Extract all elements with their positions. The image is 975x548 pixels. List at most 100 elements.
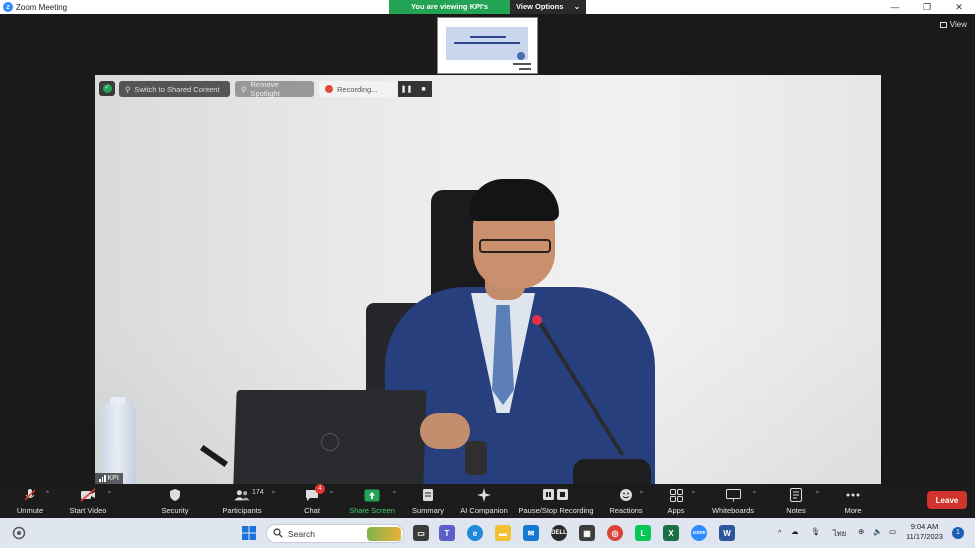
speaker-hand: [420, 413, 470, 449]
summary-button[interactable]: Summary: [410, 485, 446, 518]
switch-to-shared-content-button[interactable]: ⚲ Switch to Shared Content: [119, 81, 230, 97]
notification-badge[interactable]: 1: [952, 527, 964, 539]
apps-label: Apps: [667, 506, 685, 515]
share-arrow-icon: [364, 488, 380, 502]
remove-spotlight-button[interactable]: ⚲ Remove Spotlight: [235, 80, 314, 98]
pin-icon: ⚲: [125, 84, 131, 94]
dell-icon[interactable]: DELL: [551, 525, 567, 541]
more-button[interactable]: More: [841, 485, 865, 518]
zoom-window: z Zoom Meeting You are viewing KPI's scr…: [0, 0, 975, 548]
participants-count: 174: [252, 489, 264, 496]
participants-caret-icon[interactable]: ^: [272, 491, 275, 497]
reactions-button[interactable]: Reactions: [607, 485, 645, 518]
video-off-icon: [80, 488, 96, 502]
start-video-label: Start Video: [69, 506, 107, 515]
spotlight-video[interactable]: [95, 75, 881, 484]
whiteboards-caret-icon[interactable]: ^: [753, 491, 756, 497]
microphone-tip: [532, 315, 542, 325]
shield-check-icon: ✓: [102, 84, 112, 93]
line-icon[interactable]: L: [635, 525, 651, 541]
tray-overflow-icon[interactable]: ^: [778, 528, 782, 537]
apps-caret-icon[interactable]: ^: [692, 491, 695, 497]
system-clock[interactable]: 9:04 AM 11/17/2023: [906, 522, 943, 542]
pause-stop-recording-button[interactable]: Pause/Stop Recording: [517, 485, 595, 518]
thumbnail-line: [454, 42, 520, 44]
thumbnail-line: [470, 36, 506, 38]
taskbar-search[interactable]: Search: [266, 524, 404, 543]
speaker-glasses: [479, 239, 551, 253]
thumbnail-footer-line: [519, 68, 531, 70]
edge-icon[interactable]: e: [467, 525, 483, 541]
start-video-button[interactable]: Start Video: [66, 485, 110, 518]
minimize-button[interactable]: —: [879, 0, 911, 14]
share-screen-label: Share Screen: [349, 506, 395, 515]
recording-label: Recording...: [337, 84, 378, 94]
microphone-tray-icon[interactable]: 🎙: [811, 527, 821, 536]
clock-time: 9:04 AM: [910, 522, 939, 531]
teams-icon[interactable]: T: [439, 525, 455, 541]
excel-icon[interactable]: X: [663, 525, 679, 541]
more-dots-icon: [845, 488, 861, 502]
viewing-banner-text: You are viewing KPI's screen: [389, 0, 510, 25]
security-button[interactable]: Security: [157, 485, 193, 518]
windows-start-icon[interactable]: [241, 525, 257, 541]
notes-label: Notes: [786, 506, 806, 515]
battery-icon[interactable]: ▭: [889, 527, 896, 536]
signal-strength-icon: [99, 475, 106, 482]
more-label: More: [844, 506, 862, 515]
view-options-button[interactable]: View Options ⌄: [510, 0, 586, 14]
network-icon[interactable]: ⊕: [858, 527, 864, 536]
whiteboards-button[interactable]: Whiteboards: [709, 485, 757, 518]
windows-taskbar: Search ▭ T e ▬ ✉ DELL ▦ ◎ L X zoom W ^ ☁…: [0, 518, 975, 548]
ai-companion-button[interactable]: AI Companion: [458, 485, 510, 518]
file-explorer-icon[interactable]: ▬: [495, 525, 511, 541]
participant-name-tag: KPI: [95, 473, 123, 484]
audio-options-caret-icon[interactable]: ^: [46, 491, 49, 497]
clock-date: 11/17/2023: [906, 532, 943, 541]
grid-icon: [939, 21, 947, 28]
maximize-button[interactable]: ❐: [911, 0, 943, 14]
shared-screen-thumbnail[interactable]: [437, 17, 538, 74]
widgets-icon[interactable]: [11, 525, 27, 541]
chat-button[interactable]: 4 Chat: [300, 484, 325, 518]
close-button[interactable]: ✕: [943, 0, 975, 14]
video-options-caret-icon[interactable]: ^: [108, 491, 111, 497]
onedrive-icon[interactable]: ☁: [791, 527, 799, 536]
zoom-taskbar-icon[interactable]: zoom: [691, 525, 707, 541]
notes-caret-icon[interactable]: ^: [816, 491, 819, 497]
unmute-button[interactable]: Unmute: [13, 485, 47, 518]
search-icon: [273, 527, 283, 540]
remove-spotlight-label: Remove Spotlight: [250, 80, 280, 98]
task-view-icon[interactable]: ▭: [413, 525, 429, 541]
share-caret-icon[interactable]: ^: [393, 491, 396, 497]
language-indicator[interactable]: ไทย: [833, 528, 846, 540]
speaker-watch: [465, 441, 487, 475]
whiteboard-icon: [725, 488, 741, 502]
pause-recording-button[interactable]: ❚❚: [398, 81, 415, 97]
microphone-base: [573, 459, 651, 484]
encryption-button[interactable]: ✓: [99, 81, 115, 96]
people-icon: [234, 488, 250, 502]
apps-button[interactable]: Apps: [664, 485, 688, 518]
zoom-logo-icon: z: [3, 2, 13, 12]
view-button[interactable]: View: [939, 20, 967, 29]
chat-caret-icon[interactable]: ^: [330, 491, 333, 497]
stop-recording-button[interactable]: ■: [415, 81, 432, 97]
laptop-logo-icon: [321, 433, 339, 451]
volume-icon[interactable]: 🔈: [873, 527, 882, 536]
leave-button[interactable]: Leave: [927, 491, 967, 509]
viewing-banner: You are viewing KPI's screen View Option…: [389, 0, 586, 25]
shield-icon: [167, 488, 183, 502]
notes-button[interactable]: Notes: [783, 485, 809, 518]
reactions-caret-icon[interactable]: ^: [640, 491, 643, 497]
store-icon[interactable]: ▦: [579, 525, 595, 541]
word-icon[interactable]: W: [719, 525, 735, 541]
search-placeholder: Search: [288, 528, 315, 539]
share-screen-button[interactable]: Share Screen: [347, 485, 397, 518]
mail-icon[interactable]: ✉: [523, 525, 539, 541]
chat-badge: 4: [315, 484, 325, 494]
unmute-label: Unmute: [16, 506, 44, 515]
chrome-icon[interactable]: ◎: [607, 525, 623, 541]
chevron-down-icon: ⌄: [573, 2, 580, 11]
summary-label: Summary: [411, 506, 445, 515]
